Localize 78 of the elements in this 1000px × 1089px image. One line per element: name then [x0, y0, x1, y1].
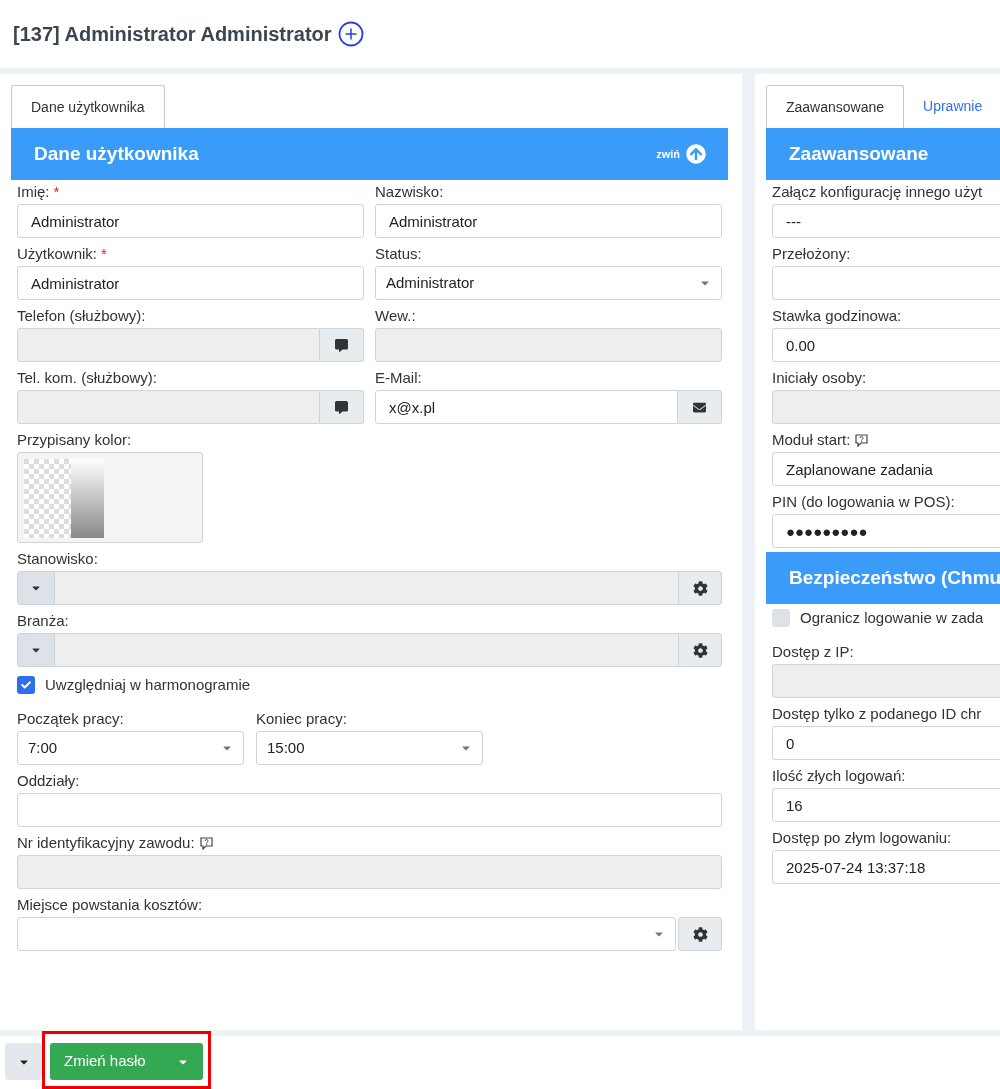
settings-icon	[692, 642, 708, 658]
checkbox-label: Ogranicz logowanie w zada	[800, 607, 984, 628]
input-field[interactable]	[55, 571, 678, 605]
checkbox[interactable]	[772, 609, 790, 627]
field-label: Stawka godzinowa:	[772, 305, 902, 326]
message-button[interactable]	[320, 390, 364, 424]
field-label: Oddziały:	[17, 770, 80, 791]
field-label: Telefon (służbowy):	[17, 305, 146, 326]
field-label: PIN (do logowania w POS):	[772, 491, 955, 512]
select-field[interactable]	[17, 917, 676, 951]
input-field[interactable]: Administrator	[17, 204, 364, 238]
input-field[interactable]: 2025-07-24 13:37:18	[772, 850, 1000, 884]
page-title: [137] Administrator Administrator	[13, 22, 332, 47]
input-field[interactable]: 16	[772, 788, 1000, 822]
color-picker[interactable]	[17, 452, 203, 543]
field-label: Początek pracy:	[17, 708, 124, 729]
tab[interactable]: Dane użytkownika	[11, 85, 165, 128]
field-label: Stanowisko:	[17, 548, 98, 569]
field-label: Iniciały osoby:	[772, 367, 867, 388]
settings-button[interactable]	[678, 571, 722, 605]
settings-icon	[692, 926, 708, 942]
field-label: Użytkownik:	[17, 243, 98, 264]
input-field[interactable]	[17, 793, 722, 827]
field-label: Załącz konfigurację innego użyt	[772, 181, 983, 202]
field-label: E-Mail:	[375, 367, 422, 388]
input-field[interactable]	[772, 266, 1000, 300]
settings-button[interactable]	[678, 633, 722, 667]
message-button[interactable]	[320, 328, 364, 362]
input-field[interactable]: x@x.pl	[375, 390, 678, 424]
checkbox[interactable]	[17, 676, 35, 694]
message-icon	[335, 400, 348, 414]
field-label: Przypisany kolor:	[17, 429, 132, 450]
field-label: Nr identyfikacyjny zawodu:	[17, 832, 195, 853]
input-field[interactable]: Administrator	[17, 266, 364, 300]
checkbox-label: Uwzględniaj w harmonogramie	[45, 674, 251, 695]
menu-toggle-button[interactable]	[5, 1043, 42, 1080]
input-field[interactable]: 0	[772, 726, 1000, 760]
select-field[interactable]: 7:00	[17, 731, 244, 765]
required-mark: *	[53, 181, 60, 202]
required-mark: *	[101, 243, 107, 264]
email-button[interactable]	[678, 390, 722, 424]
field-label: Branża:	[17, 610, 69, 631]
tab[interactable]: Zaawansowane	[766, 85, 905, 128]
section-title: Bezpieczeństwo (Chmu	[789, 565, 1000, 590]
envelope-icon	[693, 400, 706, 414]
select-field[interactable]: Administrator	[375, 266, 722, 300]
field-label: Przełożony:	[772, 243, 851, 264]
field-label: Ilość złych logowań:	[772, 765, 906, 786]
input-field[interactable]: Zaplanowane zadania	[772, 452, 1000, 486]
message-icon	[335, 338, 348, 352]
field-label: Dostęp tylko z podanego ID chr	[772, 703, 982, 724]
help-icon[interactable]	[855, 433, 869, 447]
input-field[interactable]: 0.00	[772, 328, 1000, 362]
section-title: Zaawansowane	[789, 141, 929, 166]
field-label: Tel. kom. (służbowy):	[17, 367, 158, 388]
input-field[interactable]: Administrator	[375, 204, 722, 238]
select-field[interactable]: 15:00	[256, 731, 483, 765]
section-title: Dane użytkownika	[34, 141, 199, 166]
field-label: Moduł start:	[772, 429, 851, 450]
arrow-up-icon	[686, 144, 706, 164]
field-label: Nazwisko:	[375, 181, 444, 202]
tab[interactable]: Uprawnie	[904, 85, 1000, 128]
field-label: Miejsce powstania kosztów:	[17, 894, 203, 915]
settings-icon	[692, 580, 708, 596]
input-field[interactable]: ---	[772, 204, 1000, 238]
field-label: Dostęp z IP:	[772, 641, 854, 662]
field-label: Dostęp po złym logowaniu:	[772, 827, 952, 848]
field-label: Status:	[375, 243, 422, 264]
settings-button[interactable]	[678, 917, 722, 951]
field-label: Koniec pracy:	[256, 708, 347, 729]
field-label: Imię:	[17, 181, 50, 202]
field-label: Wew.:	[375, 305, 416, 326]
check-icon	[21, 680, 31, 690]
dropdown-button[interactable]	[17, 571, 55, 605]
input-field[interactable]	[55, 633, 678, 667]
input-field[interactable]: ●●●●●●●●●	[772, 514, 1000, 548]
dropdown-button[interactable]	[17, 633, 55, 667]
add-icon[interactable]	[337, 21, 364, 47]
